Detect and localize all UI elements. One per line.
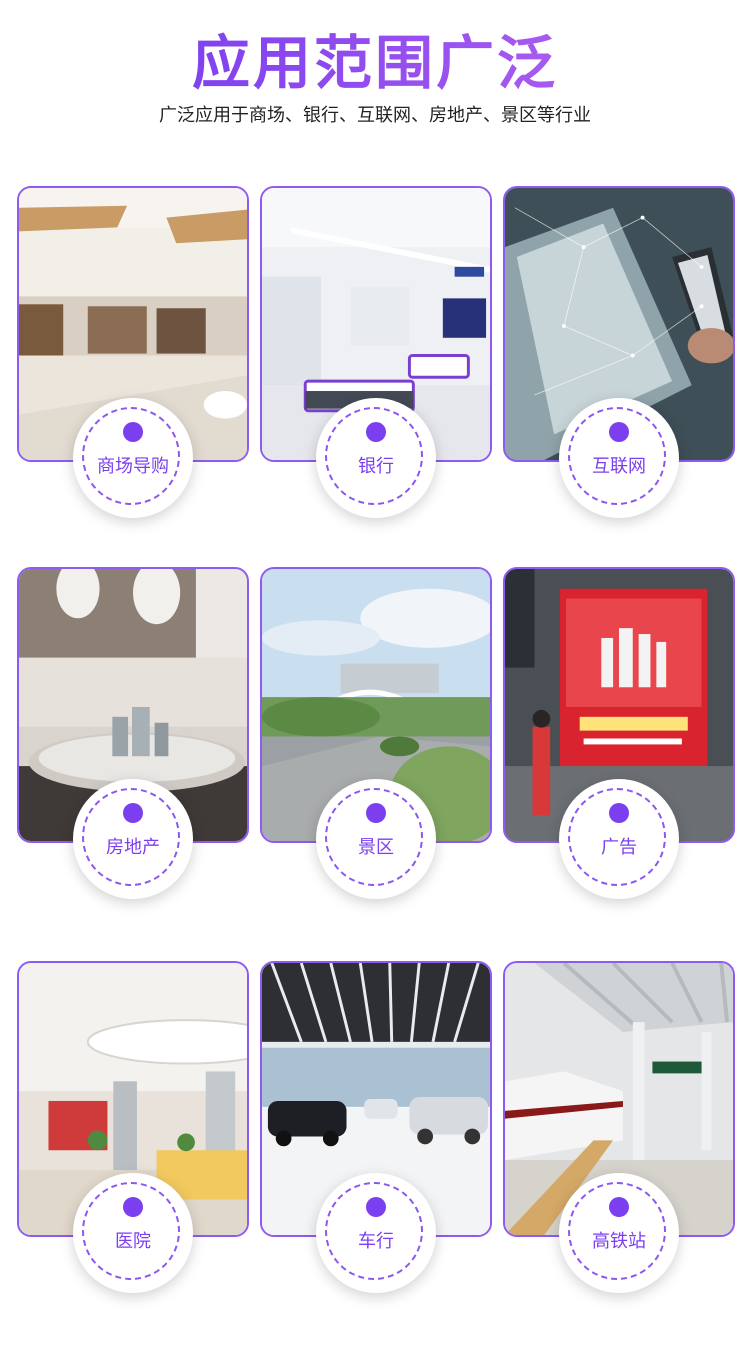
badge-real-estate: 房地产: [73, 779, 193, 899]
card-label: 广告: [601, 837, 637, 858]
page-subtitle: 广泛应用于商场、银行、互联网、房地产、景区等行业: [159, 105, 591, 126]
badge-mall: 商场导购: [73, 398, 193, 518]
badge-railway: 高铁站: [559, 1173, 679, 1293]
badge-bank: 银行: [316, 398, 436, 518]
card-advertising[interactable]: 广告: [503, 567, 735, 899]
page-title: 应用范围广泛: [0, 30, 750, 96]
card-label: 银行: [358, 456, 394, 477]
card-label: 互联网: [592, 456, 646, 477]
badge-dot-icon: [366, 803, 386, 823]
card-real-estate[interactable]: 房地产: [17, 567, 249, 899]
badge-dot-icon: [123, 1197, 143, 1217]
card-hospital[interactable]: 医院: [17, 961, 249, 1293]
card-label: 车行: [358, 1231, 394, 1252]
badge-hospital: 医院: [73, 1173, 193, 1293]
badge-scenic: 景区: [316, 779, 436, 899]
badge-dot-icon: [123, 422, 143, 442]
card-bank[interactable]: 银行: [260, 186, 492, 518]
card-label: 商场导购: [97, 456, 169, 477]
badge-dot-icon: [609, 803, 629, 823]
card-railway[interactable]: 高铁站: [503, 961, 735, 1293]
badge-dot-icon: [366, 1197, 386, 1217]
card-label: 医院: [115, 1231, 151, 1252]
badge-car-dealer: 车行: [316, 1173, 436, 1293]
badge-advertising: 广告: [559, 779, 679, 899]
badge-dot-icon: [366, 422, 386, 442]
badge-internet: 互联网: [559, 398, 679, 518]
card-mall[interactable]: 商场导购: [17, 186, 249, 518]
badge-dot-icon: [123, 803, 143, 823]
card-label: 房地产: [106, 837, 160, 858]
card-car-dealer[interactable]: 车行: [260, 961, 492, 1293]
card-internet[interactable]: 互联网: [503, 186, 735, 518]
card-label: 景区: [358, 837, 394, 858]
card-label: 高铁站: [592, 1231, 646, 1252]
card-scenic[interactable]: 景区: [260, 567, 492, 899]
badge-dot-icon: [609, 1197, 629, 1217]
badge-dot-icon: [609, 422, 629, 442]
